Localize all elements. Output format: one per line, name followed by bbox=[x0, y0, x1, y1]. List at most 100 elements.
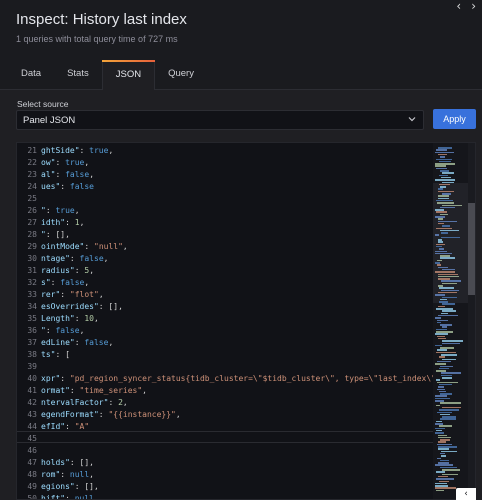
minimap-line bbox=[442, 282, 457, 285]
minimap-line bbox=[441, 232, 448, 234]
minimap-line bbox=[438, 314, 458, 317]
code-line: 44 efId": "A" bbox=[17, 421, 437, 433]
code-text: ntage": false, bbox=[41, 254, 109, 263]
line-number: 31 bbox=[27, 266, 37, 275]
code-text: egendFormat": "{{instance}}", bbox=[41, 410, 181, 419]
select-source-label: Select source bbox=[17, 99, 69, 109]
minimap-line bbox=[436, 489, 444, 492]
line-number: 34 bbox=[27, 302, 37, 311]
code-text: rer": "flot", bbox=[41, 290, 104, 299]
code-line: 31 radius": 5, bbox=[17, 265, 437, 277]
code-text: ts": [ bbox=[41, 350, 70, 359]
code-text: edLine": false, bbox=[41, 338, 114, 347]
minimap-line bbox=[442, 377, 452, 379]
code-text: holds": [], bbox=[41, 458, 94, 467]
close-icon[interactable]: › bbox=[471, 0, 476, 14]
code-line: 25 bbox=[17, 193, 437, 205]
line-number: 49 bbox=[27, 482, 37, 491]
line-number: 47 bbox=[27, 458, 37, 467]
line-number: 43 bbox=[27, 410, 37, 419]
code-line: 38 ts": [ bbox=[17, 349, 437, 361]
line-number: 33 bbox=[27, 290, 37, 299]
tab-json[interactable]: JSON bbox=[101, 60, 156, 90]
line-number: 37 bbox=[27, 338, 37, 347]
tab-query[interactable]: Query bbox=[155, 60, 207, 90]
tab-stats[interactable]: Stats bbox=[54, 60, 102, 90]
source-select[interactable]: Panel JSON bbox=[16, 110, 424, 130]
code-line: 35 Length": 10, bbox=[17, 313, 437, 325]
line-number: 39 bbox=[27, 362, 37, 371]
code-text: ghtSide": true, bbox=[41, 146, 114, 155]
editor-scrollbar-thumb[interactable] bbox=[468, 203, 475, 295]
line-number: 45 bbox=[27, 434, 37, 443]
line-number: 21 bbox=[27, 146, 37, 155]
code-line: 21 ghtSide": true, bbox=[17, 145, 437, 157]
code-line: 23 al": false, bbox=[17, 169, 437, 181]
code-line: 22 ow": true, bbox=[17, 157, 437, 169]
line-number: 32 bbox=[27, 278, 37, 287]
code-line: 29 ointMode": "null", bbox=[17, 241, 437, 253]
line-number: 29 bbox=[27, 242, 37, 251]
code-line: 49 egions": [], bbox=[17, 481, 437, 493]
code-line: 46 bbox=[17, 445, 437, 457]
code-line: 30 ntage": false, bbox=[17, 253, 437, 265]
line-number: 42 bbox=[27, 398, 37, 407]
code-line: 45 bbox=[17, 433, 437, 445]
line-number: 50 bbox=[27, 494, 37, 500]
line-number: 38 bbox=[27, 350, 37, 359]
minimap-line bbox=[442, 342, 460, 345]
code-line: 33 rer": "flot", bbox=[17, 289, 437, 301]
code-text: rom": null, bbox=[41, 470, 94, 479]
code-text: ormat": "time_series", bbox=[41, 386, 147, 395]
code-line: 26 ": true, bbox=[17, 205, 437, 217]
minimap-line bbox=[436, 404, 440, 407]
minimap-line bbox=[440, 418, 456, 420]
line-number: 46 bbox=[27, 446, 37, 455]
drawer-subtitle: 1 queries with total query time of 727 m… bbox=[16, 34, 178, 44]
line-number: 26 bbox=[27, 206, 37, 215]
line-number: 27 bbox=[27, 218, 37, 227]
code-line: 27 idth": 1, bbox=[17, 217, 437, 229]
apply-button[interactable]: Apply bbox=[433, 109, 476, 129]
code-line: 37 edLine": false, bbox=[17, 337, 437, 349]
drawer-controls: ‹ › bbox=[456, 0, 476, 14]
editor-scrollbar[interactable] bbox=[468, 143, 475, 499]
code-line: 40 xpr": "pd_region_syncer_status{tidb_cl… bbox=[17, 373, 440, 385]
code-line: 24 ues": false bbox=[17, 181, 437, 193]
code-line: 34 esOverrides": [], bbox=[17, 301, 437, 313]
code-text: hift": null, bbox=[41, 494, 99, 500]
json-editor[interactable]: 21 ghtSide": true, 22 ow": true, 23 al": fals… bbox=[16, 142, 476, 500]
source-select-value: Panel JSON bbox=[23, 115, 76, 126]
drawer-title: Inspect: History last index bbox=[16, 11, 187, 28]
line-number: 36 bbox=[27, 326, 37, 335]
line-number: 35 bbox=[27, 314, 37, 323]
minimap-line bbox=[435, 234, 439, 236]
inspect-tabs: Data Stats JSON Query bbox=[8, 60, 207, 90]
line-number: 28 bbox=[27, 230, 37, 239]
line-number: 41 bbox=[27, 386, 37, 395]
minimap-line bbox=[441, 236, 460, 239]
code-text: egions": [], bbox=[41, 482, 99, 491]
code-text: xpr": "pd_region_syncer_status{tidb_clus… bbox=[41, 374, 441, 383]
code-line: 39 bbox=[17, 361, 437, 373]
code-line: 36 ": false, bbox=[17, 325, 437, 337]
code-line: 28 ": [], bbox=[17, 229, 437, 241]
minimap-line bbox=[440, 257, 455, 259]
code-text: ": false, bbox=[41, 326, 85, 335]
line-number: 22 bbox=[27, 158, 37, 167]
code-line: 47 holds": [], bbox=[17, 457, 437, 469]
line-number: 24 bbox=[27, 182, 37, 191]
line-number: 23 bbox=[27, 170, 37, 179]
tab-data[interactable]: Data bbox=[8, 60, 54, 90]
inspect-drawer: Inspect: History last index 1 queries wi… bbox=[0, 0, 482, 500]
code-line: 50 hift": null, bbox=[17, 493, 437, 500]
code-text: s": false, bbox=[41, 278, 90, 287]
collapse-icon[interactable]: ‹ bbox=[456, 0, 461, 14]
chevron-up-icon[interactable]: ‹ bbox=[456, 488, 476, 500]
code-text: ntervalFactor": 2, bbox=[41, 398, 128, 407]
line-number: 25 bbox=[27, 194, 37, 203]
code-text: ": [], bbox=[41, 230, 70, 239]
line-number: 30 bbox=[27, 254, 37, 263]
code-text: ues": false bbox=[41, 182, 94, 191]
code-text: esOverrides": [], bbox=[41, 302, 123, 311]
